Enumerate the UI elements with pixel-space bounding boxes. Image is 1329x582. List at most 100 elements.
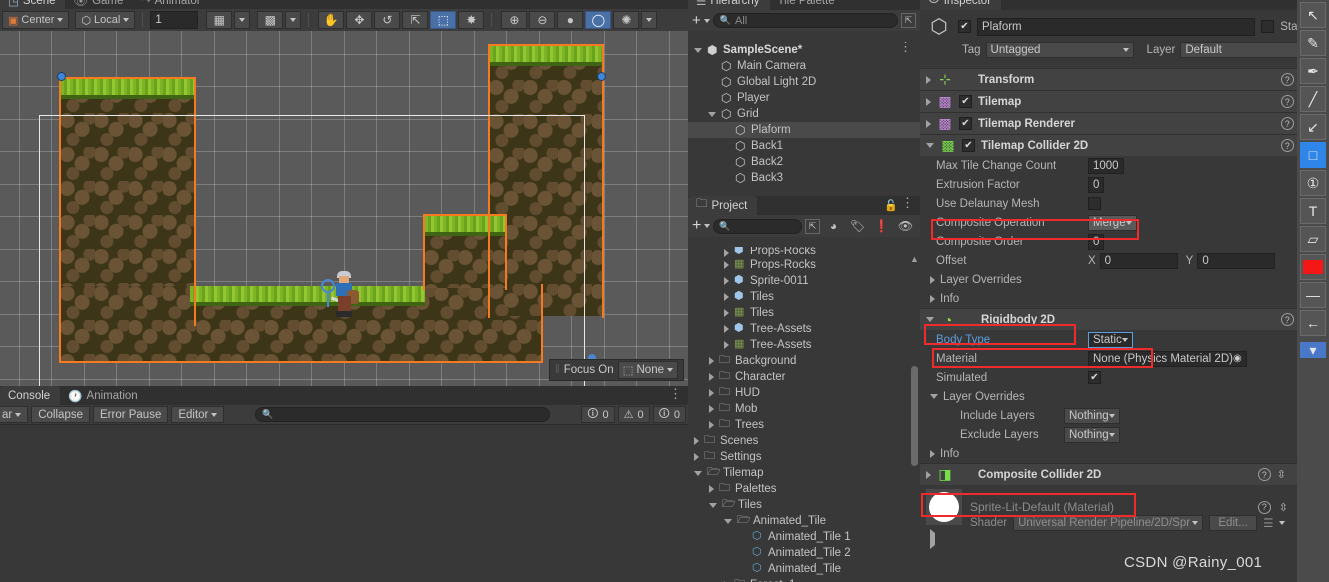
property-checkbox[interactable] — [1088, 197, 1101, 210]
grid-axis-dropdown[interactable] — [234, 11, 251, 29]
chevron-down-icon[interactable] — [694, 47, 702, 53]
hierarchy-tree[interactable]: ⬢ SampleScene* ⋮ ⬡ Main Camera ⬡ Global Light … — [688, 42, 920, 196]
hierarchy-scene-menu-icon[interactable]: ⋮ — [899, 42, 912, 53]
property-input[interactable]: 1000 — [1088, 157, 1124, 174]
add-object-icon[interactable]: + — [692, 13, 701, 28]
grid-size-input[interactable]: 1 — [150, 11, 199, 29]
component-enabled-checkbox[interactable]: ✔ — [959, 117, 972, 130]
project-search-input[interactable]: 🔍 — [713, 218, 802, 234]
tag-dropdown[interactable]: Untagged — [985, 42, 1134, 58]
project-item[interactable]: ⬢ Tiles — [688, 289, 912, 305]
tab-project[interactable]: 🗀 Project — [688, 196, 758, 215]
vector-y-input[interactable]: 0 — [1197, 252, 1276, 269]
component-header-tilemap-collider-2d[interactable]: ▩✔Tilemap Collider 2D?⇳ — [920, 134, 1315, 156]
chevron-right-icon[interactable] — [724, 341, 729, 349]
hierarchy-item[interactable]: ⬡ Back2 — [688, 154, 920, 170]
console-log-list[interactable] — [0, 425, 688, 575]
chevron-right-icon[interactable] — [926, 470, 931, 479]
chevron-right-icon[interactable] — [724, 293, 729, 301]
chevron-right-icon[interactable] — [926, 119, 931, 128]
chevron-right-icon[interactable] — [930, 294, 935, 303]
shader-dropdown[interactable]: Universal Render Pipeline/2D/Spr — [1013, 515, 1204, 531]
chevron-right-icon[interactable] — [724, 277, 729, 285]
selection-handle-top-right[interactable] — [597, 72, 606, 81]
property-dropdown[interactable]: Nothing — [1064, 426, 1120, 443]
component-header-tilemap[interactable]: ▩✔Tilemap?⇳ — [920, 90, 1315, 112]
project-item[interactable]: ⬡ Animated_Tile — [688, 561, 912, 577]
project-scrollbar[interactable]: ▲ — [910, 254, 919, 582]
pivot-mode-button[interactable]: ▣ Center — [2, 11, 70, 29]
chevron-down-icon[interactable] — [708, 111, 716, 117]
tab-console[interactable]: Console — [0, 386, 61, 405]
wireframe-icon[interactable]: ⊖ — [529, 11, 556, 29]
layer-dropdown[interactable]: Default — [1180, 42, 1309, 58]
chevron-right-icon[interactable] — [926, 75, 931, 84]
tab-hierarchy[interactable]: ☰ Hierarchy — [688, 0, 770, 10]
hierarchy-item[interactable]: ⬡ Main Camera — [688, 58, 920, 74]
project-item[interactable]: 🗀 Trees — [688, 417, 912, 433]
chevron-right-icon[interactable] — [930, 449, 935, 458]
filter-warning-icon[interactable]: ❗ — [871, 218, 892, 235]
focus-on-widget[interactable]: ‖ Focus On ⬚ None — [549, 359, 684, 381]
vector-x-input[interactable]: 0 — [1099, 252, 1178, 269]
console-menu-icon[interactable]: ⋮ — [669, 387, 682, 400]
hierarchy-item[interactable]: ⬡ Plaform — [688, 122, 920, 138]
object-picker-icon[interactable]: ◉ — [1233, 353, 1242, 364]
chevron-down-icon[interactable] — [724, 518, 732, 524]
rotate-tool-icon[interactable]: ↺ — [374, 11, 401, 29]
project-menu-icon[interactable]: ⋮ — [901, 196, 914, 209]
error-pause-button[interactable]: Error Pause — [92, 406, 169, 423]
preset-icon[interactable]: ⇳ — [1279, 501, 1288, 514]
pivot-rotation-button[interactable]: ⬡ Local — [75, 11, 136, 29]
chevron-down-icon[interactable] — [703, 18, 710, 23]
chevron-right-icon[interactable] — [709, 389, 714, 397]
grid-snap-button[interactable]: ▩ — [257, 11, 284, 29]
rect-tool-icon[interactable]: ⬚ — [430, 11, 457, 29]
grid-axis-button[interactable]: ▦ — [206, 11, 233, 29]
chevron-right-icon[interactable] — [709, 357, 714, 365]
help-icon[interactable]: ? — [1280, 139, 1294, 152]
hierarchy-item[interactable]: ⬡ Back1 — [688, 138, 920, 154]
project-item[interactable]: 🗀 Mob — [688, 401, 912, 417]
chevron-down-icon[interactable] — [694, 470, 702, 476]
project-item[interactable]: ⬡ Animated_Tile 2 — [688, 545, 912, 561]
pencil-icon[interactable]: ✎ — [1300, 30, 1326, 56]
gizmo-sphere-icon[interactable]: ● — [557, 11, 584, 29]
project-item[interactable]: ⬡ Animated_Tile 1 — [688, 529, 912, 545]
filter-type-icon[interactable]: ◕ — [823, 218, 844, 235]
cursor-icon[interactable]: ↖ — [1300, 2, 1326, 28]
project-item[interactable]: 🗀 Palettes — [688, 481, 912, 497]
project-item[interactable]: 🗁 Tilemap — [688, 465, 912, 481]
rectangle-icon[interactable]: □ — [1300, 142, 1326, 168]
audio-icon[interactable]: ✺ — [613, 11, 640, 29]
hierarchy-item[interactable]: ⬢ SampleScene* ⋮ — [688, 42, 920, 58]
chevron-down-icon[interactable] — [930, 394, 938, 399]
move-tool-icon[interactable]: ✥ — [346, 11, 373, 29]
component-header-transform[interactable]: ⊹Transform?⇳ — [920, 68, 1315, 90]
project-item[interactable]: 🗀 Scenes — [688, 433, 912, 449]
scroll-up-arrow-icon[interactable]: ▲ — [910, 254, 919, 264]
warning-count-badge[interactable]: ⚠ 0 — [617, 406, 650, 423]
property-input[interactable]: 0 — [1088, 233, 1105, 250]
project-item[interactable]: ▦ Tiles — [688, 305, 912, 321]
preset-icon[interactable]: ⇳ — [1277, 468, 1286, 481]
project-expand-icon[interactable]: ⇱ — [805, 218, 820, 234]
scene-fx-dropdown[interactable] — [641, 11, 658, 29]
project-item[interactable]: 🗀 HUD — [688, 385, 912, 401]
property-object-field[interactable]: None (Physics Material 2D) ◉ — [1088, 350, 1247, 367]
object-enabled-checkbox[interactable]: ✔ — [958, 20, 971, 33]
hierarchy-item[interactable]: ⬡ Player — [688, 90, 920, 106]
help-icon[interactable]: ? — [1257, 500, 1271, 514]
project-item[interactable]: ▦ Tree-Assets — [688, 337, 912, 353]
filter-label-icon[interactable]: 🏷 — [847, 218, 868, 235]
help-icon[interactable]: ? — [1257, 468, 1271, 481]
scene-canvas[interactable]: ‖ Focus On ⬚ None — [0, 31, 688, 386]
transform-tool-icon[interactable]: ✸ — [458, 11, 485, 29]
chevron-right-icon[interactable] — [724, 249, 729, 257]
chevron-down-icon[interactable] — [926, 143, 934, 148]
project-item[interactable]: 🗀Forest_1 — [688, 577, 912, 582]
collapse-button[interactable]: Collapse — [31, 406, 90, 423]
project-item[interactable]: 🗀 Character — [688, 369, 912, 385]
property-input[interactable]: 0 — [1088, 176, 1105, 193]
shaded-icon[interactable]: ⊕ — [501, 11, 528, 29]
